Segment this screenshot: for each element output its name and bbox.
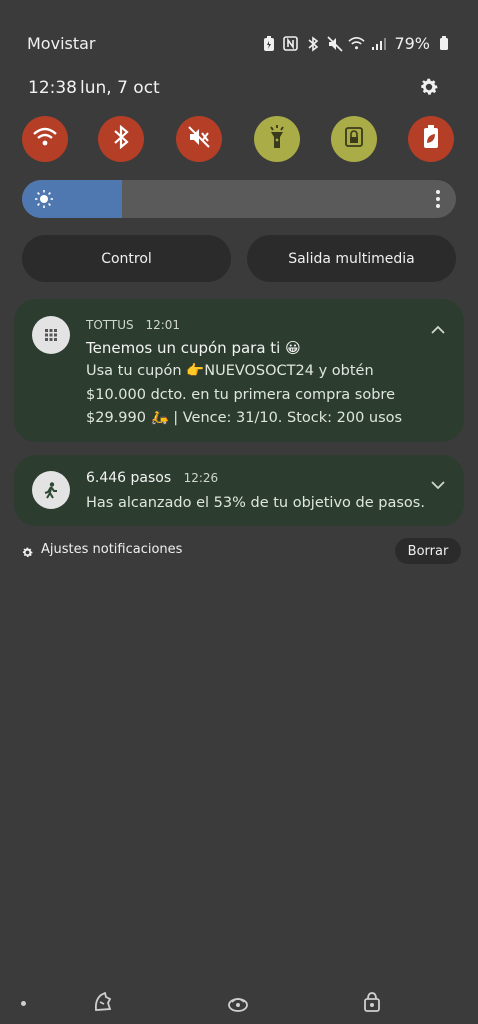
notification-title: 6.446 pasos: [86, 470, 172, 486]
battery-saver-icon: [260, 35, 277, 53]
settings-gear-icon[interactable]: [418, 76, 440, 98]
nav-indicator-dot: [21, 1001, 26, 1006]
bluetooth-icon: [113, 124, 129, 153]
notification-footer: Ajustes notificaciones Borrar: [0, 538, 478, 564]
wifi-toggle[interactable]: [22, 116, 68, 162]
nfc-icon: [282, 35, 299, 53]
bluetooth-icon: [304, 35, 321, 53]
home-icon[interactable]: [227, 990, 249, 1014]
quick-settings: [0, 116, 478, 164]
power-saving-toggle[interactable]: [408, 116, 454, 162]
notification-time: 12:26: [183, 471, 219, 485]
notification-time: 12:01: [145, 318, 181, 332]
lock-icon: [344, 126, 364, 152]
clock: 12:38: [28, 78, 77, 98]
battery-icon: [435, 35, 452, 53]
sound-toggle[interactable]: [176, 116, 222, 162]
notification-header: 6.446 pasos 12:26: [86, 470, 218, 486]
clear-button[interactable]: Borrar: [395, 538, 461, 564]
brightness-slider[interactable]: [22, 180, 456, 218]
wifi-icon: [348, 35, 365, 53]
gear-icon: [21, 544, 34, 557]
notification-tottus[interactable]: TOTTUS 12:01 Tenemos un cupón para ti 😀 …: [14, 299, 464, 442]
more-options-icon[interactable]: [434, 189, 442, 209]
signal-icon: [370, 35, 387, 53]
bluetooth-toggle[interactable]: [98, 116, 144, 162]
flashlight-toggle[interactable]: [254, 116, 300, 162]
sound-mute-icon: [187, 125, 211, 153]
date: lun, 7 oct: [80, 78, 160, 98]
navigation-bar: [0, 990, 478, 1020]
power-saving-icon: [422, 124, 440, 154]
carrier-name: Movistar: [27, 34, 96, 53]
notification-app-name: TOTTUS: [86, 318, 134, 332]
chevron-up-icon[interactable]: [430, 320, 446, 334]
status-icons: 79%: [260, 34, 452, 53]
notification-steps[interactable]: 6.446 pasos 12:26 Has alcanzado el 53% d…: [14, 455, 464, 526]
notification-body: Has alcanzado el 53% de tu objetivo de p…: [86, 495, 425, 511]
health-app-icon: [32, 471, 70, 509]
notification-title: Tenemos un cupón para ti 😀: [86, 339, 301, 357]
flashlight-icon: [267, 124, 287, 154]
panel-header: 12:38 lun, 7 oct: [0, 76, 478, 106]
chevron-down-icon[interactable]: [430, 475, 446, 490]
tottus-app-icon: [32, 316, 70, 354]
back-icon[interactable]: [361, 990, 383, 1014]
screen-lock-toggle[interactable]: [331, 116, 377, 162]
battery-percent: 79%: [394, 34, 430, 53]
recents-icon[interactable]: [92, 990, 114, 1014]
notification-header: TOTTUS 12:01: [86, 318, 180, 332]
status-bar: Movistar 79%: [0, 30, 478, 60]
wifi-icon: [32, 126, 58, 152]
notification-settings-link[interactable]: Ajustes notificaciones: [41, 542, 182, 557]
media-output-button[interactable]: Salida multimedia: [247, 235, 456, 282]
control-button[interactable]: Control: [22, 235, 231, 282]
notification-body: Usa tu cupón 👉NUEVOSOCT24 y obtén $10.00…: [86, 363, 403, 426]
sun-icon: [34, 189, 54, 209]
mute-icon: [326, 35, 343, 53]
